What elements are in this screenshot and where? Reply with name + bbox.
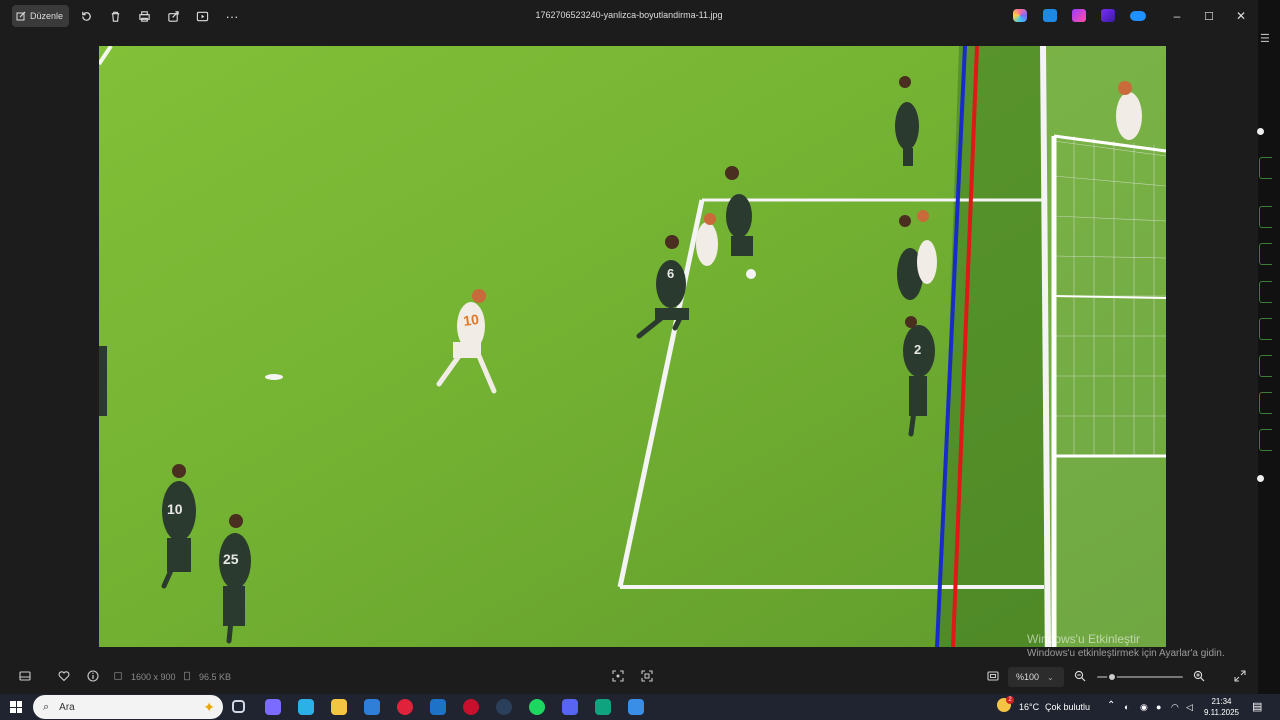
activation-watermark-title: Windows'u Etkinleştir — [1027, 632, 1140, 646]
background-panel-item — [1259, 243, 1272, 265]
background-panel-item — [1259, 355, 1272, 377]
volume-icon[interactable]: ◁ — [1186, 702, 1193, 713]
notification-icon[interactable]: ▤ — [1252, 700, 1262, 713]
weather-temperature[interactable]: 16°C — [1019, 702, 1039, 712]
activation-watermark-text: Windows'u etkinleştirmek için Ayarlar'a … — [1027, 648, 1225, 659]
info-icon[interactable] — [86, 669, 100, 683]
visual-search-icon[interactable] — [640, 669, 654, 683]
chevron-up-icon[interactable]: ⌃ — [1107, 700, 1115, 711]
svg-text:25: 25 — [223, 551, 239, 567]
zoom-level-dropdown[interactable]: %100 ⌄ — [1008, 667, 1064, 687]
svg-text:6: 6 — [667, 266, 674, 281]
photos-window: Düzenle ··· 1762706523240-yanlizca-boyut… — [0, 0, 1258, 694]
taskbar: ⌕ Ara ✦ 2 16°C Çok bulutlu ⌃ ◐ ◉ ● ◠ ◁ 2… — [0, 694, 1280, 720]
spotify-icon[interactable] — [529, 699, 545, 715]
clipchamp-icon[interactable] — [1072, 9, 1086, 22]
store-icon[interactable] — [364, 699, 380, 715]
search-icon: ⌕ — [43, 700, 50, 713]
favorite-icon[interactable] — [57, 669, 71, 683]
background-panel-item — [1259, 281, 1272, 303]
svg-text:2: 2 — [914, 342, 921, 357]
background-window-edge: ☰ — [1258, 0, 1280, 694]
clock-date: 9.11.2025 — [1204, 708, 1239, 717]
background-panel-item — [1259, 429, 1272, 451]
filmstrip-icon[interactable] — [18, 669, 32, 683]
search-highlight-icon: ✦ — [203, 698, 215, 715]
photo-viewport[interactable]: 10 6 2 10 25 — [99, 46, 1166, 647]
background-panel-item — [1259, 318, 1272, 340]
chatgpt-icon[interactable] — [595, 699, 611, 715]
designer-icon[interactable] — [1101, 9, 1115, 22]
network-icon[interactable]: ◐ — [1124, 702, 1129, 712]
maximize-button[interactable]: ☐ — [1201, 8, 1217, 24]
zoom-out-icon[interactable] — [1073, 669, 1087, 683]
background-dot-icon — [1257, 128, 1264, 135]
bluetooth-icon[interactable]: ◉ — [1140, 702, 1148, 713]
minimize-button[interactable]: – — [1169, 8, 1185, 24]
onedrive-icon[interactable] — [1130, 11, 1146, 21]
photos-editor-icon[interactable] — [1043, 9, 1057, 22]
outlook-icon[interactable] — [430, 699, 446, 715]
zoom-level-value: %100 — [1016, 672, 1040, 682]
close-button[interactable]: ✕ — [1233, 8, 1249, 24]
menu-icon: ☰ — [1260, 33, 1270, 45]
image-dimensions: 1600 x 900 — [131, 672, 176, 682]
copilot-icon[interactable] — [265, 699, 281, 715]
start-icon[interactable] — [10, 701, 22, 713]
task-view-icon[interactable] — [232, 700, 245, 713]
file-explorer-icon[interactable] — [331, 699, 347, 715]
search-placeholder: Ara — [59, 701, 75, 713]
opera-icon[interactable] — [397, 699, 413, 715]
full-screen-icon[interactable] — [1233, 669, 1247, 683]
zoom-in-icon[interactable] — [1192, 669, 1206, 683]
game-app-icon[interactable] — [463, 699, 479, 715]
discord-icon[interactable] — [562, 699, 578, 715]
background-panel-item — [1259, 206, 1272, 228]
dimensions-icon — [113, 669, 123, 683]
weather-description[interactable]: Çok bulutlu — [1045, 702, 1090, 712]
clock[interactable]: 21:34 9.11.2025 — [1204, 696, 1239, 718]
file-size: 96.5 KB — [199, 672, 232, 682]
background-dot-icon — [1257, 475, 1264, 482]
wifi-icon[interactable]: ◠ — [1171, 702, 1179, 713]
file-size-icon — [182, 669, 192, 683]
title-bar: Düzenle ··· 1762706523240-yanlizca-boyut… — [0, 0, 1258, 32]
edge-icon[interactable] — [298, 699, 314, 715]
fit-to-window-icon[interactable] — [986, 669, 1000, 683]
svg-text:10: 10 — [167, 501, 183, 517]
weather-badge: 2 — [1006, 696, 1014, 704]
background-panel-item — [1259, 392, 1272, 414]
photos-icon[interactable] — [628, 699, 644, 715]
copilot-icon[interactable] — [1013, 9, 1027, 22]
clock-time: 21:34 — [1211, 697, 1232, 706]
microphone-icon[interactable]: ● — [1156, 702, 1161, 712]
search-box[interactable]: ⌕ Ara ✦ — [33, 695, 223, 719]
chevron-down-icon: ⌄ — [1047, 672, 1054, 682]
window-title: 1762706523240-yanlizca-boyutlandirma-11.… — [535, 10, 723, 20]
actual-size-icon[interactable] — [611, 669, 625, 683]
background-panel-item — [1259, 157, 1272, 179]
bottom-toolbar: 1600 x 900 96.5 KB %100 ⌄ — [0, 662, 1258, 692]
svg-text:10: 10 — [462, 311, 480, 329]
football-photo: 10 6 2 10 25 — [99, 46, 1166, 647]
steam-icon[interactable] — [496, 699, 512, 715]
zoom-slider-thumb[interactable] — [1107, 672, 1117, 682]
